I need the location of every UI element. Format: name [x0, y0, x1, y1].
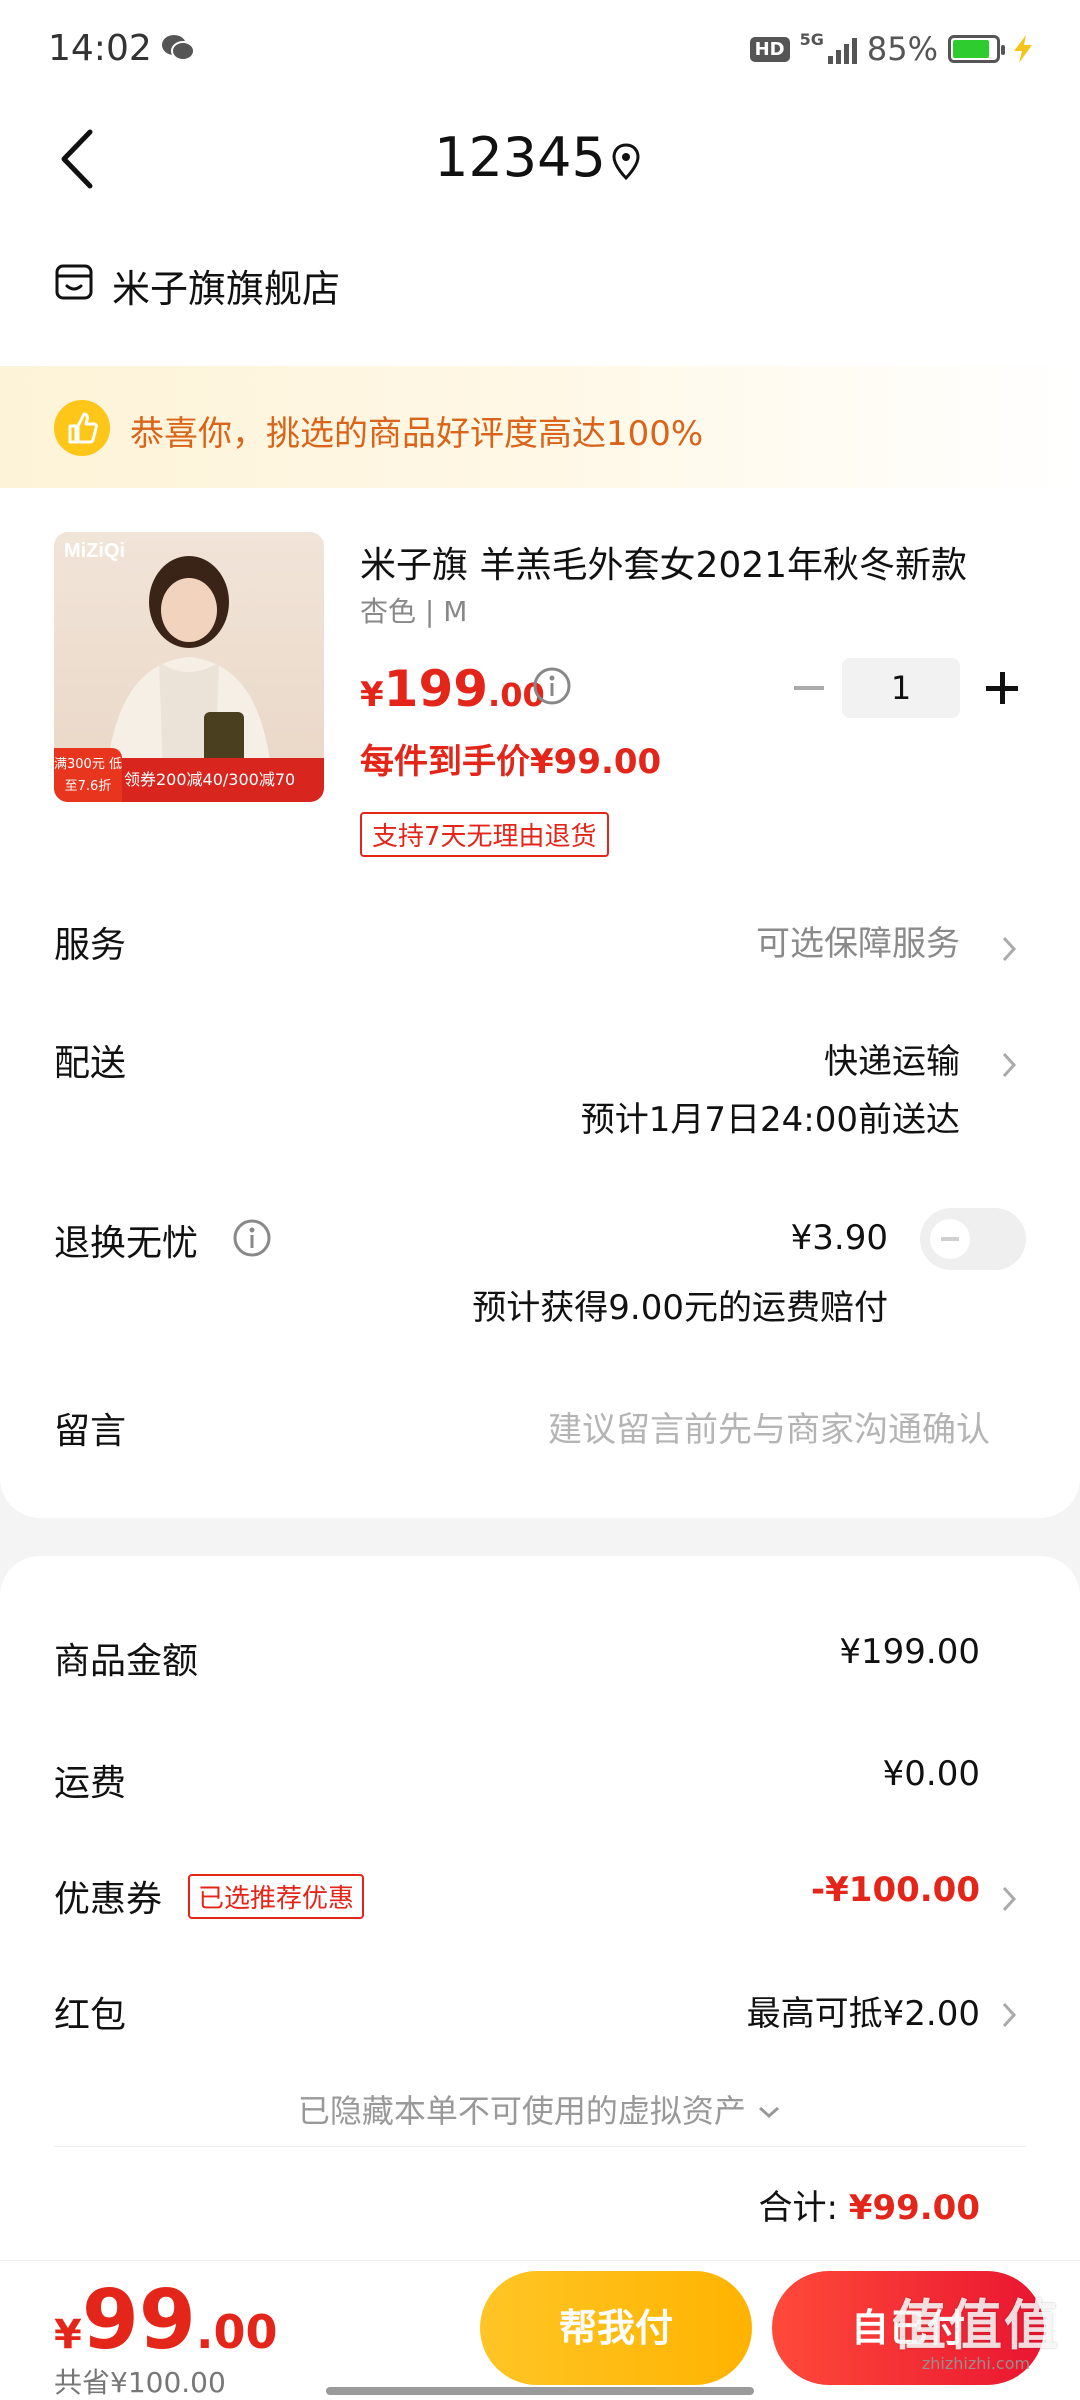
location-pin-icon[interactable]	[610, 142, 642, 182]
chevron-down-icon	[759, 2106, 780, 2119]
saved-amount: 共省¥100.00	[54, 2366, 226, 2399]
watermark-logo: 值值值	[892, 2294, 1060, 2357]
charging-icon	[1014, 35, 1032, 63]
help-pay-button[interactable]: 帮我付	[480, 2271, 752, 2385]
worry-free-label: 退换无忧	[54, 1223, 199, 1264]
order-total: 合计: ¥99.00	[759, 2180, 980, 2229]
shop-row[interactable]: 米子旗旗舰店	[0, 220, 1080, 366]
service-chevron-icon[interactable]	[1000, 934, 1018, 964]
price-integer: 199	[383, 660, 489, 718]
status-time: 14:02	[48, 28, 152, 69]
total-label: 合计:	[758, 2188, 838, 2228]
coupon-tag: 已选推荐优惠	[188, 1874, 365, 1919]
thumbs-up-icon	[54, 400, 110, 456]
hidden-assets-toggle[interactable]: 已隐藏本单不可使用的虚拟资产	[0, 2086, 1080, 2132]
delivery-label: 配送	[54, 1043, 127, 1084]
redpacket-label: 红包	[54, 1995, 127, 2036]
wechat-icon	[162, 35, 195, 61]
pay-amount: ¥99.00	[54, 2273, 277, 2368]
price-summary: 商品金额 ¥199.00 运费 ¥0.00 优惠券 已选推荐优惠 -¥100.0…	[0, 1556, 1080, 2260]
price-info-icon[interactable]	[532, 666, 572, 706]
total-value: ¥99.00	[848, 2188, 980, 2228]
product-image[interactable]: MiZiQi 领券200减40/300减70 满300元 低至7.6折	[54, 532, 324, 802]
message-input[interactable]: 建议留言前先与商家沟通确认	[548, 1402, 990, 1451]
pay-currency: ¥	[54, 2312, 82, 2358]
home-indicator[interactable]	[326, 2387, 754, 2395]
battery-percent: 85%	[866, 30, 938, 68]
worry-free-info-icon[interactable]	[232, 1218, 272, 1258]
final-unit-price: 每件到手价¥99.00	[360, 742, 662, 782]
decrease-button[interactable]	[790, 658, 830, 718]
toggle-knob	[930, 1219, 970, 1259]
delivery-value[interactable]: 快递运输	[824, 1034, 960, 1083]
worry-free-toggle[interactable]	[920, 1208, 1026, 1270]
message-label: 留言	[54, 1411, 127, 1452]
hd-badge: HD	[749, 36, 790, 62]
redpacket-row[interactable]: 红包 最高可抵¥2.00	[0, 1986, 1080, 2046]
worry-free-note: 预计获得9.00元的运费赔付	[472, 1288, 888, 1328]
status-right: HD 5G 85%	[749, 30, 1036, 68]
service-value[interactable]: 可选保障服务	[756, 916, 960, 965]
shop-icon	[55, 264, 93, 300]
service-label: 服务	[54, 925, 127, 966]
coupon-label: 优惠券	[54, 1879, 163, 1920]
product-promo-badge: 满300元 低至7.6折	[54, 748, 122, 802]
status-bar: 14:02 HD 5G 85%	[0, 0, 1080, 100]
hidden-assets-text: 已隐藏本单不可使用的虚拟资产	[297, 2092, 746, 2130]
shop-name: 米子旗旗舰店	[112, 267, 341, 311]
checkout-bar: ¥99.00 共省¥100.00 帮我付 自己付 值值值 zhizhizhi.c…	[0, 2260, 1080, 2400]
coupon-value: -¥100.00	[811, 1870, 980, 1910]
coupon-row[interactable]: 优惠券 已选推荐优惠 -¥100.00	[0, 1870, 1080, 1930]
increase-button[interactable]	[982, 658, 1022, 718]
redpacket-chevron-icon[interactable]	[1000, 2000, 1018, 2030]
page-title[interactable]: 12345	[0, 126, 1080, 189]
product-spec[interactable]: 杏色 | M	[360, 590, 467, 630]
product-title[interactable]: 米子旗 羊羔毛外套女2021年秋冬新款	[360, 536, 1020, 588]
quantity-stepper: 1	[790, 658, 1022, 718]
return-policy-tag: 支持7天无理由退货	[360, 812, 609, 857]
pay-decimal: .00	[195, 2305, 278, 2359]
shipping-label: 运费	[54, 1763, 127, 1804]
shipping-value: ¥0.00	[882, 1754, 980, 1794]
product-card: MiZiQi 领券200减40/300减70 满300元 低至7.6折 米子旗 …	[0, 488, 1080, 1518]
pay-integer: 99	[81, 2273, 196, 2368]
banner-text: 恭喜你，挑选的商品好评度高达100%	[130, 414, 704, 454]
signal-icon	[827, 34, 857, 64]
order-confirm-page: 14:02 HD 5G 85% 12345 米子旗旗舰店 恭喜你，挑选的商品好评…	[0, 0, 1080, 2400]
battery-icon	[948, 35, 1005, 63]
worry-free-price: ¥3.90	[790, 1218, 888, 1258]
network-type: 5G	[799, 30, 824, 49]
quantity-value[interactable]: 1	[842, 658, 960, 718]
product-brand: MiZiQi	[64, 540, 126, 562]
praise-banner: 恭喜你，挑选的商品好评度高达100%	[0, 366, 1080, 488]
delivery-chevron-icon[interactable]	[1000, 1050, 1018, 1080]
delivery-eta: 预计1月7日24:00前送达	[580, 1100, 960, 1140]
redpacket-value: 最高可抵¥2.00	[746, 1994, 980, 2034]
product-price: ¥199.00	[360, 660, 545, 718]
goods-amount-label: 商品金额	[54, 1641, 199, 1682]
coupon-chevron-icon[interactable]	[1000, 1884, 1018, 1914]
divider	[54, 2146, 1026, 2147]
header: 12345	[0, 100, 1080, 220]
goods-amount-value: ¥199.00	[839, 1632, 980, 1672]
watermark: 值值值 zhizhizhi.com	[892, 2281, 1060, 2373]
price-currency: ¥	[360, 675, 384, 715]
